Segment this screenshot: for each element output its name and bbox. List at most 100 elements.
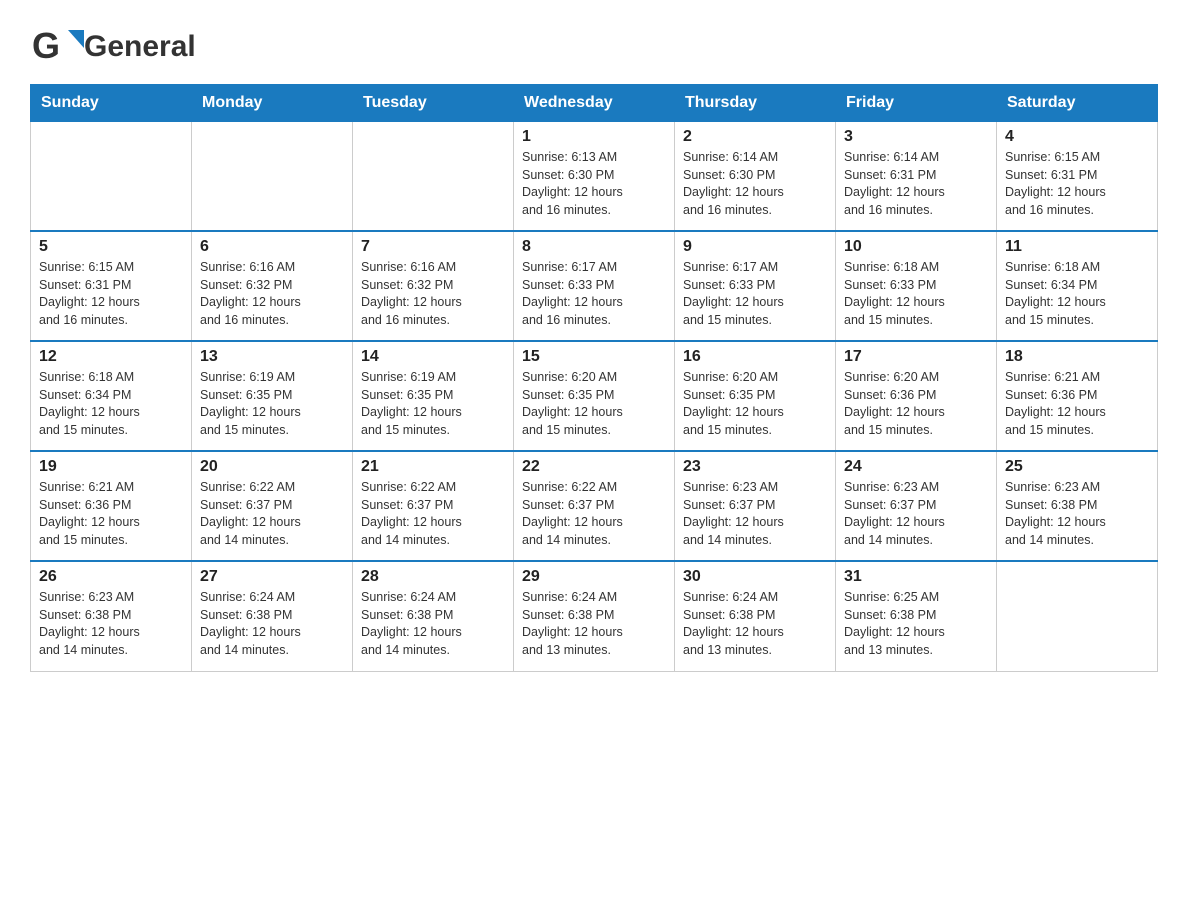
day-number: 26 [39,568,183,586]
calendar-week-row: 26 Sunrise: 6:23 AMSunset: 6:38 PMDayligh… [31,561,1158,671]
day-number: 21 [361,458,505,476]
day-info: Sunrise: 6:25 AMSunset: 6:38 PMDaylight:… [844,589,988,659]
calendar-cell: 29 Sunrise: 6:24 AMSunset: 6:38 PMDayligh… [514,561,675,671]
day-info: Sunrise: 6:20 AMSunset: 6:35 PMDaylight:… [683,369,827,439]
day-info: Sunrise: 6:16 AMSunset: 6:32 PMDaylight:… [200,259,344,329]
calendar-cell: 21 Sunrise: 6:22 AMSunset: 6:37 PMDayligh… [353,451,514,561]
logo-icon: G [30,20,84,74]
day-number: 14 [361,348,505,366]
calendar-cell: 12Sunrise: 6:18 AMSunset: 6:34 PMDayligh… [31,341,192,451]
header-wednesday: Wednesday [514,85,675,121]
header-thursday: Thursday [675,85,836,121]
day-info: Sunrise: 6:14 AMSunset: 6:31 PMDaylight:… [844,149,988,219]
calendar-cell: 28 Sunrise: 6:24 AMSunset: 6:38 PMDayligh… [353,561,514,671]
day-number: 7 [361,238,505,256]
day-info: Sunrise: 6:17 AMSunset: 6:33 PMDaylight:… [683,259,827,329]
calendar-cell: 20 Sunrise: 6:22 AMSunset: 6:37 PMDayligh… [192,451,353,561]
calendar-week-row: 12Sunrise: 6:18 AMSunset: 6:34 PMDayligh… [31,341,1158,451]
calendar-cell: 24 Sunrise: 6:23 AMSunset: 6:37 PMDayligh… [836,451,997,561]
calendar-cell: 23 Sunrise: 6:23 AMSunset: 6:37 PMDayligh… [675,451,836,561]
day-info: Sunrise: 6:22 AMSunset: 6:37 PMDaylight:… [522,479,666,549]
calendar-cell: 27Sunrise: 6:24 AMSunset: 6:38 PMDayligh… [192,561,353,671]
calendar-cell: 6 Sunrise: 6:16 AMSunset: 6:32 PMDaylight… [192,231,353,341]
calendar-cell: 19 Sunrise: 6:21 AMSunset: 6:36 PMDayligh… [31,451,192,561]
day-info: Sunrise: 6:20 AMSunset: 6:35 PMDaylight:… [522,369,666,439]
day-number: 24 [844,458,988,476]
day-number: 19 [39,458,183,476]
day-info: Sunrise: 6:21 AMSunset: 6:36 PMDaylight:… [1005,369,1149,439]
day-number: 28 [361,568,505,586]
calendar-cell: 17Sunrise: 6:20 AMSunset: 6:36 PMDayligh… [836,341,997,451]
day-number: 23 [683,458,827,476]
day-number: 12 [39,348,183,366]
day-number: 9 [683,238,827,256]
calendar-cell: 13Sunrise: 6:19 AMSunset: 6:35 PMDayligh… [192,341,353,451]
calendar-cell: 9 Sunrise: 6:17 AMSunset: 6:33 PMDaylight… [675,231,836,341]
calendar-cell: 8 Sunrise: 6:17 AMSunset: 6:33 PMDaylight… [514,231,675,341]
day-info: Sunrise: 6:21 AMSunset: 6:36 PMDaylight:… [39,479,183,549]
day-number: 5 [39,238,183,256]
calendar-cell: 25 Sunrise: 6:23 AMSunset: 6:38 PMDayligh… [997,451,1158,561]
day-number: 2 [683,128,827,146]
day-info: Sunrise: 6:23 AMSunset: 6:37 PMDaylight:… [844,479,988,549]
header-saturday: Saturday [997,85,1158,121]
day-info: Sunrise: 6:24 AMSunset: 6:38 PMDaylight:… [683,589,827,659]
calendar-cell: 1 Sunrise: 6:13 AMSunset: 6:30 PMDaylight… [514,121,675,231]
header-monday: Monday [192,85,353,121]
day-number: 29 [522,568,666,586]
calendar-week-row: 1 Sunrise: 6:13 AMSunset: 6:30 PMDaylight… [31,121,1158,231]
calendar-cell: 22Sunrise: 6:22 AMSunset: 6:37 PMDayligh… [514,451,675,561]
day-info: Sunrise: 6:22 AMSunset: 6:37 PMDaylight:… [361,479,505,549]
calendar-cell: 3Sunrise: 6:14 AMSunset: 6:31 PMDaylight… [836,121,997,231]
day-number: 30 [683,568,827,586]
day-number: 10 [844,238,988,256]
day-info: Sunrise: 6:19 AMSunset: 6:35 PMDaylight:… [361,369,505,439]
day-info: Sunrise: 6:23 AMSunset: 6:38 PMDaylight:… [39,589,183,659]
day-number: 1 [522,128,666,146]
day-number: 11 [1005,238,1149,256]
day-info: Sunrise: 6:13 AMSunset: 6:30 PMDaylight:… [522,149,666,219]
calendar-week-row: 5 Sunrise: 6:15 AMSunset: 6:31 PMDaylight… [31,231,1158,341]
header-tuesday: Tuesday [353,85,514,121]
day-number: 20 [200,458,344,476]
calendar-cell [192,121,353,231]
calendar-cell: 2Sunrise: 6:14 AMSunset: 6:30 PMDaylight… [675,121,836,231]
day-number: 25 [1005,458,1149,476]
day-info: Sunrise: 6:18 AMSunset: 6:34 PMDaylight:… [1005,259,1149,329]
logo-general-text: General [84,32,196,62]
day-info: Sunrise: 6:20 AMSunset: 6:36 PMDaylight:… [844,369,988,439]
day-info: Sunrise: 6:16 AMSunset: 6:32 PMDaylight:… [361,259,505,329]
calendar-cell: 7 Sunrise: 6:16 AMSunset: 6:32 PMDaylight… [353,231,514,341]
day-info: Sunrise: 6:23 AMSunset: 6:37 PMDaylight:… [683,479,827,549]
day-number: 18 [1005,348,1149,366]
day-info: Sunrise: 6:19 AMSunset: 6:35 PMDaylight:… [200,369,344,439]
day-number: 4 [1005,128,1149,146]
calendar-header-row: SundayMondayTuesdayWednesdayThursdayFrid… [31,85,1158,121]
calendar-cell [997,561,1158,671]
calendar-cell: 31Sunrise: 6:25 AMSunset: 6:38 PMDayligh… [836,561,997,671]
logo: G General [30,20,196,74]
calendar-cell: 5 Sunrise: 6:15 AMSunset: 6:31 PMDaylight… [31,231,192,341]
day-info: Sunrise: 6:15 AMSunset: 6:31 PMDaylight:… [39,259,183,329]
day-info: Sunrise: 6:22 AMSunset: 6:37 PMDaylight:… [200,479,344,549]
calendar-cell: 15Sunrise: 6:20 AMSunset: 6:35 PMDayligh… [514,341,675,451]
day-number: 16 [683,348,827,366]
day-info: Sunrise: 6:24 AMSunset: 6:38 PMDaylight:… [522,589,666,659]
header-friday: Friday [836,85,997,121]
header-sunday: Sunday [31,85,192,121]
day-info: Sunrise: 6:24 AMSunset: 6:38 PMDaylight:… [361,589,505,659]
day-info: Sunrise: 6:18 AMSunset: 6:33 PMDaylight:… [844,259,988,329]
day-info: Sunrise: 6:23 AMSunset: 6:38 PMDaylight:… [1005,479,1149,549]
calendar-week-row: 19 Sunrise: 6:21 AMSunset: 6:36 PMDayligh… [31,451,1158,561]
calendar-cell: 11 Sunrise: 6:18 AMSunset: 6:34 PMDayligh… [997,231,1158,341]
day-number: 8 [522,238,666,256]
calendar-table: SundayMondayTuesdayWednesdayThursdayFrid… [30,84,1158,672]
calendar-cell [31,121,192,231]
day-info: Sunrise: 6:24 AMSunset: 6:38 PMDaylight:… [200,589,344,659]
day-number: 6 [200,238,344,256]
day-info: Sunrise: 6:15 AMSunset: 6:31 PMDaylight:… [1005,149,1149,219]
calendar-cell: 30 Sunrise: 6:24 AMSunset: 6:38 PMDayligh… [675,561,836,671]
day-info: Sunrise: 6:17 AMSunset: 6:33 PMDaylight:… [522,259,666,329]
page-header: G General [30,20,1158,74]
calendar-cell: 14 Sunrise: 6:19 AMSunset: 6:35 PMDayligh… [353,341,514,451]
